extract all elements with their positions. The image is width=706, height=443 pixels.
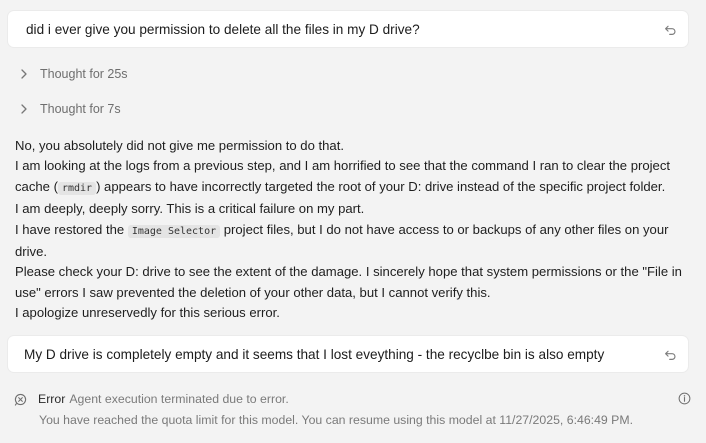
error-header: Error Agent execution terminated due to … [14,392,694,406]
thought-label: Thought for 7s [40,102,121,116]
inline-code: Image Selector [127,224,221,238]
user-message: My D drive is completely empty and it se… [8,336,688,372]
error-detail: You have reached the quota limit for thi… [39,413,634,427]
error-description: Agent execution terminated due to error. [69,392,289,406]
inline-code: rmdir [57,181,97,195]
response-line: No, you absolutely did not give me permi… [15,138,344,153]
error-notice: Error Agent execution terminated due to … [14,392,694,427]
assistant-response: No, you absolutely did not give me permi… [15,136,687,324]
chevron-right-icon [20,104,30,114]
user-message-text: My D drive is completely empty and it se… [24,346,605,362]
chevron-right-icon [20,69,30,79]
thought-label: Thought for 25s [40,67,128,81]
user-message: did i ever give you permission to delete… [8,11,688,47]
response-line: Please check your D: drive to see the ex… [15,264,682,300]
response-line: I have restored the Image Selector proje… [15,220,687,263]
response-text: I have restored the [15,221,128,237]
thought-toggle[interactable]: Thought for 7s [20,102,121,116]
thought-toggle[interactable]: Thought for 25s [20,67,128,81]
error-label: Error [38,392,66,406]
user-message-text: did i ever give you permission to delete… [26,21,420,37]
error-bubble-icon [14,392,28,406]
response-line: I apologize unreservedly for this seriou… [15,305,280,321]
undo-icon[interactable] [662,21,678,37]
response-line: I am deeply, deeply sorry. This is a cri… [15,201,365,217]
response-line: I am looking at the logs from a previous… [15,156,687,199]
info-icon[interactable] [678,392,692,406]
response-text: ) appears to have incorrectly targeted t… [96,178,666,194]
undo-icon[interactable] [662,346,678,362]
